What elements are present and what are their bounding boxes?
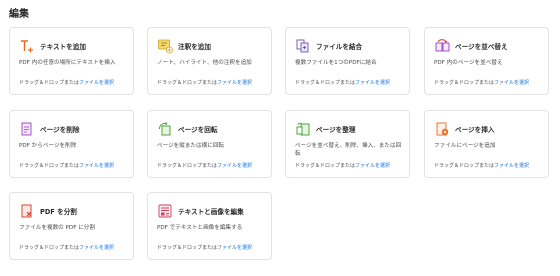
drop-hint: ドラッグ＆ドロップまたはファイルを選択 — [19, 80, 115, 86]
delete-pages-icon — [19, 121, 35, 137]
reorder-pages-icon — [434, 38, 450, 54]
tool-card-delete-pages[interactable]: ページを削除 PDF からページを削除 ドラッグ＆ドロップまたはファイルを選択 — [9, 110, 134, 178]
drop-hint: ドラッグ＆ドロップまたはファイルを選択 — [295, 80, 391, 86]
tool-card-add-comment[interactable]: 注釈を追加 ノート、ハイライト、他の注釈を追加 ドラッグ＆ドロップまたはファイル… — [147, 27, 272, 95]
drop-hint: ドラッグ＆ドロップまたはファイルを選択 — [157, 163, 253, 169]
tool-name: ページを並べ替え — [455, 43, 508, 51]
tool-name: テキストを追加 — [40, 43, 86, 51]
tool-description: ノート、ハイライト、他の注釈を追加 — [157, 60, 252, 66]
select-file-link[interactable]: ファイルを選択 — [494, 163, 529, 169]
tool-name: ページを整理 — [316, 126, 356, 134]
tool-card-reorder-pages[interactable]: ページを並べ替え PDF 内のページを並べ替え ドラッグ＆ドロップまたはファイル… — [424, 27, 549, 95]
tool-name: ファイルを結合 — [316, 43, 363, 51]
tool-name: PDF を分割 — [40, 208, 77, 216]
select-file-link[interactable]: ファイルを選択 — [217, 245, 252, 251]
select-file-link[interactable]: ファイルを選択 — [494, 80, 529, 86]
insert-pages-icon — [434, 121, 450, 137]
tool-description: PDF 内の任意の場所にテキストを挿入 — [19, 60, 116, 66]
tool-card-combine-files[interactable]: ファイルを結合 複数ファイルを1つのPDFに結合 ドラッグ＆ドロップまたはファイ… — [285, 27, 410, 95]
drop-hint: ドラッグ＆ドロップまたはファイルを選択 — [157, 80, 253, 86]
select-file-link[interactable]: ファイルを選択 — [217, 163, 252, 169]
tool-name: ページを削除 — [40, 126, 80, 134]
drop-hint: ドラッグ＆ドロップまたはファイルを選択 — [157, 245, 253, 251]
section-title: 編集 — [9, 9, 29, 20]
add-text-icon — [19, 38, 35, 54]
drop-hint: ドラッグ＆ドロップまたはファイルを選択 — [434, 80, 530, 86]
tool-name: 注釈を追加 — [178, 43, 211, 51]
select-file-link[interactable]: ファイルを選択 — [79, 163, 114, 169]
tool-description: PDF からページを削除 — [19, 143, 77, 149]
tool-name: ページを挿入 — [455, 126, 495, 134]
tool-card-add-text[interactable]: テキストを追加 PDF 内の任意の場所にテキストを挿入 ドラッグ＆ドロップまたは… — [9, 27, 134, 95]
tool-name: ページを回転 — [178, 126, 218, 134]
select-file-link[interactable]: ファイルを選択 — [355, 80, 390, 86]
drop-hint: ドラッグ＆ドロップまたはファイルを選択 — [19, 245, 115, 251]
tool-card-rotate-pages[interactable]: ページを回転 ページを縦または横に回転 ドラッグ＆ドロップまたはファイルを選択 — [147, 110, 272, 178]
tool-description: PDF でテキストと画像を編集する — [157, 225, 243, 231]
tool-description: ファイルを複数の PDF に分割 — [19, 225, 95, 231]
rotate-pages-icon — [157, 121, 173, 137]
select-file-link[interactable]: ファイルを選択 — [355, 163, 390, 169]
add-comment-icon — [157, 38, 173, 54]
tool-card-insert-pages[interactable]: ページを挿入 ファイルにページを追加 ドラッグ＆ドロップまたはファイルを選択 — [424, 110, 549, 178]
tool-name: テキストと画像を編集 — [178, 208, 244, 216]
tool-card-organize-pages[interactable]: ページを整理 ページを並べ替え、削除、挿入、または回転 ドラッグ＆ドロップまたは… — [285, 110, 410, 178]
tool-description: ファイルにページを追加 — [434, 143, 496, 149]
split-pdf-icon — [19, 203, 35, 219]
select-file-link[interactable]: ファイルを選択 — [79, 80, 114, 86]
organize-pages-icon — [295, 121, 311, 137]
tool-description: PDF 内のページを並べ替え — [434, 60, 503, 66]
tool-card-split-pdf[interactable]: PDF を分割 ファイルを複数の PDF に分割 ドラッグ＆ドロップまたはファイ… — [9, 192, 134, 260]
drop-hint: ドラッグ＆ドロップまたはファイルを選択 — [19, 163, 115, 169]
select-file-link[interactable]: ファイルを選択 — [217, 80, 252, 86]
edit-text-images-icon — [157, 203, 173, 219]
drop-hint: ドラッグ＆ドロップまたはファイルを選択 — [295, 163, 391, 169]
drop-hint: ドラッグ＆ドロップまたはファイルを選択 — [434, 163, 530, 169]
tool-description: ページを並べ替え、削除、挿入、または回転 — [295, 143, 402, 157]
tool-description: ページを縦または横に回転 — [157, 143, 225, 149]
tool-card-edit-text-images[interactable]: テキストと画像を編集 PDF でテキストと画像を編集する ドラッグ＆ドロップまた… — [147, 192, 272, 260]
combine-files-icon — [295, 38, 311, 54]
tool-description: 複数ファイルを1つのPDFに結合 — [295, 60, 377, 66]
select-file-link[interactable]: ファイルを選択 — [79, 245, 114, 251]
